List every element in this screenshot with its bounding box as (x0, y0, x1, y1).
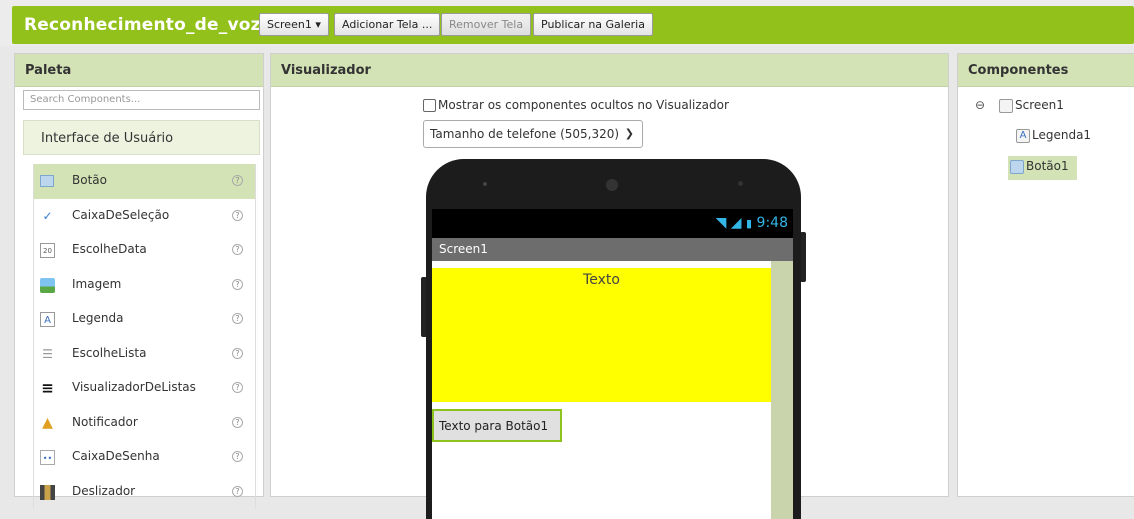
palette-item-label: CaixaDeSenha (72, 449, 160, 463)
screen-select-button[interactable]: Screen1 ▾ (259, 13, 329, 36)
search-input[interactable]: Search Components... (23, 90, 260, 110)
button-icon (1010, 159, 1024, 174)
phone-speaker (483, 182, 487, 186)
tree-node-botao1[interactable]: Botão1 (1008, 156, 1077, 180)
help-icon[interactable]: ? (232, 382, 243, 393)
palette-item-label: Botão (72, 173, 107, 187)
palette-item-label: VisualizadorDeListas (72, 380, 196, 394)
toolbar: Reconhecimento_de_voz Screen1 ▾ Adiciona… (12, 6, 1134, 44)
palette-item-legenda[interactable]: A Legenda ? (34, 302, 255, 337)
show-hidden-label: Mostrar os componentes ocultos no Visual… (438, 98, 729, 112)
clock: 9:48 (756, 215, 788, 231)
viewer-title: Visualizador (271, 54, 948, 87)
label-icon: A (1016, 128, 1030, 143)
top-area: Reconhecimento_de_voz Screen1 ▾ Adiciona… (0, 0, 1134, 46)
publish-gallery-button[interactable]: Publicar na Galeria (533, 13, 653, 36)
remove-screen-button[interactable]: Remover Tela (441, 13, 532, 36)
palette-item-imagem[interactable]: Imagem ? (34, 268, 255, 303)
category-header[interactable]: Interface de Usuário (23, 120, 260, 155)
phone-sensor (738, 181, 743, 186)
slider-icon (40, 484, 55, 500)
tree-node-screen1[interactable]: Screen1 (999, 98, 1064, 113)
list-picker-icon: ☰ (42, 346, 53, 361)
help-icon[interactable]: ? (232, 313, 243, 324)
palette-item-escolhelista[interactable]: ☰ EscolheLista ? (34, 337, 255, 372)
app-title: Reconhecimento_de_voz (24, 15, 261, 35)
tree-node-label: Botão1 (1026, 159, 1069, 173)
wifi-icon: ◥ (715, 215, 727, 231)
palette-item-escolhedata[interactable]: 20 EscolheData ? (34, 233, 255, 268)
label-icon: A (40, 312, 55, 327)
palette-item-label: Notificador (72, 414, 138, 429)
phone-size-value: Tamanho de telefone (505,320) (430, 127, 620, 141)
chevron-down-icon: ❯ (624, 127, 634, 140)
help-icon[interactable]: ? (232, 451, 243, 462)
screen-title-bar: Screen1 (432, 238, 793, 261)
palette-item-visualizadordelistas[interactable]: ≡ VisualizadorDeListas ? (34, 371, 255, 406)
components-panel: Componentes ⊖ Screen1 A Legenda1 Botão1 (957, 53, 1134, 497)
palette-title: Paleta (15, 54, 263, 87)
palette-item-deslizador[interactable]: Deslizador ? (34, 475, 255, 510)
phone-camera (606, 179, 618, 191)
palette-item-caixadeselecao[interactable]: ✓ CaixaDeSeleção ? (34, 199, 255, 234)
help-icon[interactable]: ? (232, 485, 243, 497)
palette-item-label: CaixaDeSeleção (72, 207, 170, 222)
collapse-icon[interactable]: ⊖ (975, 98, 985, 112)
palette-item-label: EscolheLista (72, 345, 147, 360)
show-hidden-checkbox[interactable] (423, 98, 436, 112)
list-view-icon: ≡ (41, 379, 54, 397)
checkbox-icon: ✓ (42, 208, 53, 223)
button-icon (40, 175, 54, 187)
password-icon: •• (40, 450, 55, 465)
help-icon[interactable]: ? (232, 416, 243, 428)
show-hidden-row[interactable]: Mostrar os componentes ocultos no Visual… (423, 98, 729, 112)
status-icons: ◥ ◢ ▮ 9:48 (716, 215, 788, 231)
components-title: Componentes (958, 54, 1134, 87)
warning-icon: ▲ (42, 414, 53, 431)
botao-component[interactable]: Texto para Botão1 (432, 409, 562, 442)
phone-status-bar: ◥ ◢ ▮ 9:48 (432, 209, 793, 238)
phone-mockup: ◥ ◢ ▮ 9:48 Screen1 Texto Texto para Botã… (426, 159, 801, 519)
calendar-icon: 20 (40, 243, 55, 258)
help-icon[interactable]: ? (232, 175, 243, 186)
screen-scrollbar[interactable] (771, 261, 793, 519)
tree-node-label: Legenda1 (1032, 128, 1092, 142)
battery-icon: ▮ (746, 217, 753, 230)
viewer-panel: Visualizador Mostrar os componentes ocul… (270, 53, 949, 519)
palette-list: Botão ? ✓ CaixaDeSeleção ? 20 EscolheDat… (33, 164, 256, 509)
help-icon[interactable]: ? (232, 347, 243, 359)
help-icon[interactable]: ? (232, 278, 243, 290)
image-icon (40, 277, 55, 293)
screen-icon (999, 98, 1013, 113)
tree-node-legenda1[interactable]: A Legenda1 (1016, 128, 1091, 143)
palette-item-botao[interactable]: Botão ? (34, 164, 255, 199)
legenda-component[interactable]: Texto (432, 268, 771, 402)
help-icon[interactable]: ? (232, 244, 243, 255)
palette-item-label: Deslizador (72, 483, 136, 498)
palette-item-caixadesenha[interactable]: •• CaixaDeSenha ? (34, 440, 255, 475)
help-icon[interactable]: ? (232, 209, 243, 221)
palette-panel: Paleta Search Components... Interface de… (14, 53, 264, 509)
signal-icon: ◢ (730, 215, 742, 231)
palette-item-label: Legenda (72, 311, 124, 325)
palette-item-label: Imagem (72, 276, 122, 291)
phone-screen: Texto Texto para Botão1 (432, 261, 793, 519)
palette-item-notificador[interactable]: ▲ Notificador ? (34, 406, 255, 441)
phone-size-select[interactable]: Tamanho de telefone (505,320) ❯ (423, 120, 643, 148)
palette-item-label: EscolheData (72, 242, 147, 256)
tree-node-label: Screen1 (1015, 98, 1064, 112)
add-screen-button[interactable]: Adicionar Tela ... (334, 13, 441, 36)
